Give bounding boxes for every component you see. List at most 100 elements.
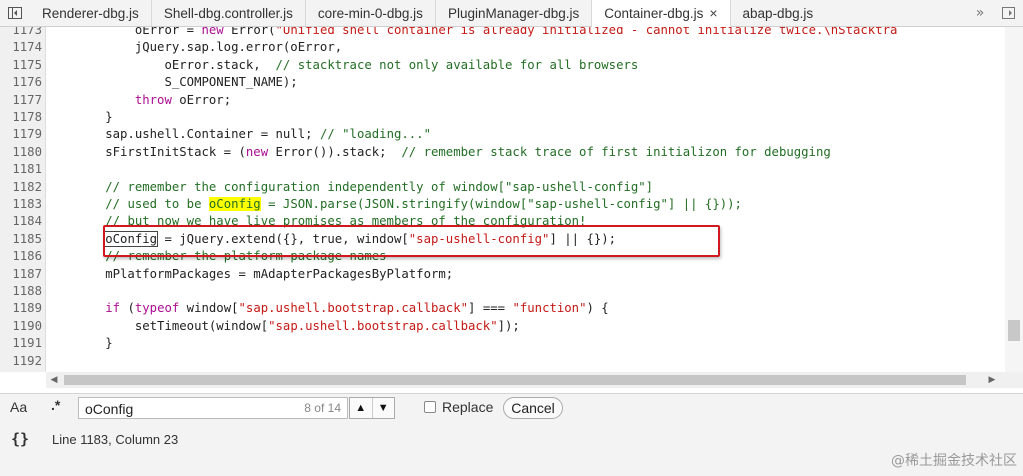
next-match-icon[interactable]: ▼ [371, 398, 395, 418]
line-number[interactable]: 1187 [0, 266, 42, 283]
code-area[interactable]: oError = new Error("Unified shell contai… [46, 27, 1005, 372]
code-token: // remember stack trace of first initial… [401, 144, 831, 159]
code-line[interactable]: setTimeout(window["sap.ushell.bootstrap.… [46, 318, 520, 335]
match-count: 8 of 14 [304, 401, 341, 415]
scroll-right-icon[interactable]: ▶ [984, 372, 1000, 388]
scrollbar-corner [1000, 372, 1023, 388]
panel-toggle-icon [1001, 7, 1015, 19]
close-tab-icon[interactable]: × [709, 5, 717, 21]
code-line[interactable]: // used to be oConfig = JSON.parse(JSON.… [46, 196, 742, 213]
search-field[interactable]: 8 of 14 [78, 397, 348, 419]
vertical-scrollbar[interactable] [1005, 27, 1023, 372]
line-number[interactable]: 1175 [0, 57, 42, 74]
debugger-panel-toggle-button[interactable] [993, 0, 1023, 26]
horizontal-scrollbar[interactable]: ◀ ▶ [46, 372, 1000, 388]
code-line[interactable]: jQuery.sap.log.error(oError, [46, 39, 342, 56]
code-token: ) { [586, 301, 609, 316]
line-number[interactable]: 1191 [0, 335, 42, 352]
search-match: oConfig [208, 197, 261, 211]
line-number-gutter[interactable]: 1173 1174 1175 1176 1177 1178 1179 1180 1181 1182… [0, 27, 46, 372]
previous-match-icon[interactable]: ▲ [350, 398, 372, 418]
code-token: "sap.ushell.bootstrap.callback" [268, 318, 498, 333]
code-token: mPlatformPackages = mAdapterPackagesByPl… [46, 266, 454, 281]
line-number[interactable]: 1174 [0, 39, 42, 56]
search-input[interactable] [83, 399, 287, 419]
tab-pluginmanager-dbg[interactable]: PluginManager-dbg.js [436, 0, 593, 26]
search-bar: Aa .* 8 of 14 ▲ ▼ Replace Cancel [0, 393, 1023, 426]
code-line[interactable]: } [46, 109, 113, 126]
line-number[interactable]: 1179 [0, 126, 42, 143]
code-token: = JSON.parse(JSON.stringify(window["sap-… [260, 197, 742, 211]
code-line[interactable]: oError = new Error("Unified shell contai… [46, 27, 898, 39]
code-line[interactable]: } [46, 335, 113, 352]
code-token: } [46, 110, 113, 124]
pretty-print-icon[interactable]: {} [11, 430, 29, 448]
line-number[interactable]: 1180 [0, 144, 42, 161]
line-number[interactable]: 1186 [0, 248, 42, 265]
code-line[interactable]: oError.stack, // stacktrace not only ava… [46, 57, 638, 74]
sidebar-toggle-icon [8, 7, 22, 19]
code-token: oError = [46, 27, 202, 37]
watermark: @稀土掘金技术社区 [891, 453, 1017, 469]
match-case-button[interactable]: Aa [10, 399, 27, 415]
code-token: } [46, 336, 113, 351]
code-token: jQuery.sap.log.error(oError, [46, 40, 343, 55]
line-number[interactable]: 1177 [0, 92, 42, 109]
code-token: window[ [179, 301, 239, 316]
line-number[interactable]: 1193 [0, 370, 42, 372]
cancel-button[interactable]: Cancel [503, 397, 563, 419]
code-token: "sap.ushell.bootstrap.callback" [238, 301, 469, 316]
line-number[interactable]: 1181 [0, 161, 42, 178]
annotation-highlight-box [103, 225, 720, 257]
code-line[interactable]: mPlatformPackages = mAdapterPackagesByPl… [46, 266, 453, 283]
navigator-toggle-button[interactable] [0, 0, 30, 26]
regex-button[interactable]: .* [51, 397, 60, 413]
editor-tab-bar: Renderer-dbg.js Shell-dbg.controller.js … [0, 0, 1023, 27]
tab-abap-dbg[interactable]: abap-dbg.js [731, 0, 826, 26]
tab-renderer-dbg[interactable]: Renderer-dbg.js [30, 0, 152, 26]
tab-core-min-dbg[interactable]: core-min-0-dbg.js [306, 0, 436, 26]
line-number[interactable]: 1183 [0, 196, 42, 213]
line-number[interactable]: 1185 [0, 231, 42, 248]
code-token: Error( [223, 27, 276, 37]
line-number[interactable]: 1182 [0, 179, 42, 196]
code-line[interactable]: sap.ushell.Container = null; // "loading… [46, 126, 431, 143]
code-token: "function" [512, 301, 587, 316]
tab-container-dbg[interactable]: Container-dbg.js × [592, 0, 731, 27]
code-line[interactable]: sFirstInitStack = (new Error()).stack; /… [46, 144, 831, 161]
code-line[interactable]: S_COMPONENT_NAME); [46, 74, 298, 91]
line-number[interactable]: 1190 [0, 318, 42, 335]
cursor-position: Line 1183, Column 23 [52, 432, 179, 447]
horizontal-scrollbar-thumb[interactable] [64, 375, 966, 385]
line-number[interactable]: 1184 [0, 213, 42, 230]
code-token: new [201, 27, 224, 37]
line-number[interactable]: 1189 [0, 300, 42, 317]
line-number[interactable]: 1173 [0, 27, 42, 39]
code-editor[interactable]: 1173 1174 1175 1176 1177 1178 1179 1180 1181 1182… [0, 27, 1023, 372]
code-line[interactable]: throw oError; [46, 92, 231, 109]
code-token: S_COMPONENT_NAME); [46, 75, 298, 90]
code-token: // "loading..." [319, 127, 431, 142]
replace-checkbox[interactable] [424, 401, 436, 413]
line-number[interactable]: 1178 [0, 109, 42, 126]
line-number[interactable]: 1176 [0, 74, 42, 91]
tab-shell-dbg-controller[interactable]: Shell-dbg.controller.js [152, 0, 306, 26]
status-bar: {} Line 1183, Column 23 [0, 425, 1023, 454]
code-token: if [105, 301, 121, 316]
code-token: // stacktrace not only available for all… [275, 57, 639, 72]
scroll-left-icon[interactable]: ◀ [46, 372, 62, 388]
code-token: ] === [468, 301, 513, 316]
code-line[interactable]: // remember the configuration independen… [46, 179, 653, 196]
code-token: sap.ushell.Container = null; [46, 127, 320, 142]
code-token: "Unified shell container is already init… [275, 27, 898, 37]
vertical-scrollbar-thumb[interactable] [1008, 320, 1020, 341]
more-tabs-icon[interactable]: » [967, 0, 993, 26]
code-line[interactable]: if (typeof window["sap.ushell.bootstrap.… [46, 300, 609, 317]
line-number[interactable]: 1192 [0, 353, 42, 370]
line-number[interactable]: 1188 [0, 283, 42, 300]
